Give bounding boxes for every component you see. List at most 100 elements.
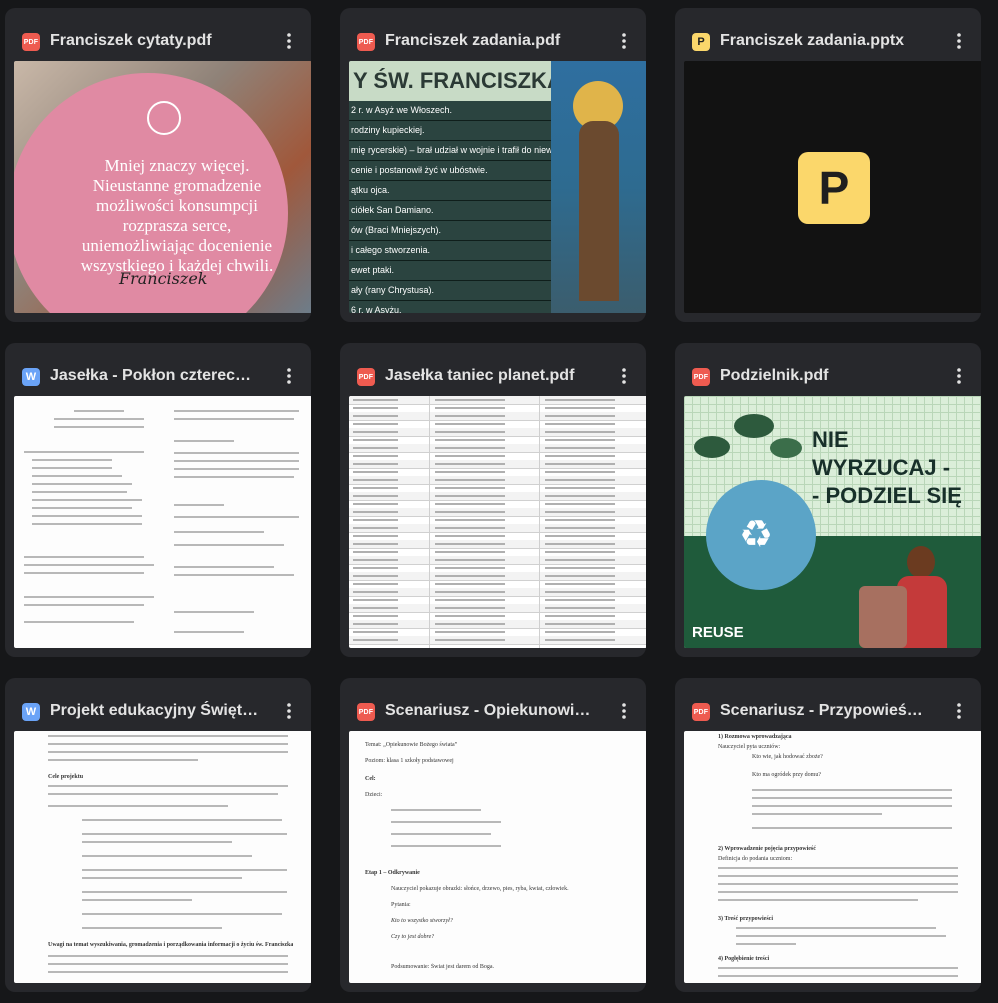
doc-line (48, 963, 288, 965)
doc-line (174, 611, 254, 613)
file-thumbnail[interactable]: 1) Rozmowa wprowadzająca Nauczyciel pyta… (684, 731, 981, 983)
doc-line (174, 504, 224, 506)
more-options-icon[interactable] (947, 699, 971, 723)
file-card[interactable]: W Jasełka - Pokłon czterech ... (5, 343, 311, 657)
table-cell (545, 639, 615, 641)
table-cell (545, 519, 615, 521)
table-cell (545, 559, 615, 561)
table-cell (545, 455, 615, 457)
doc-text-line: Cel: (365, 776, 376, 782)
table-cell (435, 559, 505, 561)
table-cell (545, 407, 615, 409)
table-cell (435, 535, 505, 537)
card-header: PDF Franciszek cytaty.pdf (5, 8, 311, 60)
table-cell (545, 463, 615, 465)
doc-line (174, 516, 299, 518)
table-cell (545, 503, 615, 505)
doc-line (752, 813, 882, 815)
file-card[interactable]: PDF Scenariusz - Opiekunowie ... Temat: … (340, 678, 646, 992)
doc-line (391, 809, 481, 811)
quote-text: Mniej znaczy więcej. Nieustanne gromadze… (80, 156, 274, 275)
file-card[interactable]: PDF Podzielnik.pdf ♻ NIE WYRZUCAJ - - PO… (675, 343, 981, 657)
doc-line (174, 574, 294, 576)
slide-row: cenie i postanowił żyć w ubóstwie. (349, 161, 551, 181)
more-options-icon[interactable] (947, 364, 971, 388)
file-title: Franciszek cytaty.pdf (50, 32, 212, 49)
table-cell (435, 599, 505, 601)
file-thumbnail[interactable]: ♻ NIE WYRZUCAJ - - PODZIEL SIĘ REUSE (684, 396, 981, 648)
table-cell (435, 511, 505, 513)
table-cell (353, 407, 398, 409)
doc-text-line: 3) Treść przypowieści (718, 916, 773, 922)
doc-text-line: Temat: „Opiekunowie Bożego świata” (365, 742, 458, 748)
more-options-icon[interactable] (612, 29, 636, 53)
table-cell (353, 447, 398, 449)
table-column-divider (429, 396, 430, 648)
table-cell (435, 407, 505, 409)
table-cell (353, 559, 398, 561)
table-cell (545, 591, 615, 593)
file-title: Franciszek zadania.pdf (385, 32, 561, 49)
poster-title: NIE WYRZUCAJ - - PODZIEL SIĘ (812, 426, 962, 510)
doc-line (48, 805, 228, 807)
more-options-icon[interactable] (277, 699, 301, 723)
doc-line (174, 410, 299, 412)
file-thumbnail[interactable]: P (684, 61, 981, 313)
table-cell (435, 551, 505, 553)
doc-line (736, 943, 796, 945)
doc-text-line: Dzieci: (365, 792, 383, 798)
file-card[interactable]: PDF Scenariusz - Przypowieść o ... 1) Ro… (675, 678, 981, 992)
file-card[interactable]: P Franciszek zadania.pptx P (675, 8, 981, 322)
file-card[interactable]: PDF Franciszek cytaty.pdf Mniej znaczy w… (5, 8, 311, 322)
more-options-icon[interactable] (277, 29, 301, 53)
file-thumbnail[interactable]: Mniej znaczy więcej. Nieustanne gromadze… (14, 61, 311, 313)
table-cell (435, 487, 505, 489)
table-cell (353, 583, 398, 585)
table-row (349, 636, 646, 645)
more-options-icon[interactable] (947, 29, 971, 53)
doc-text-line: Definicja do podania uczniom: (718, 856, 793, 862)
more-options-icon[interactable] (612, 364, 636, 388)
file-thumbnail[interactable] (14, 396, 311, 648)
file-thumbnail[interactable]: Cele projektu Uwagi na temat wyszukiwani… (14, 731, 311, 983)
doc-line (32, 523, 142, 525)
table-cell (545, 431, 615, 433)
more-options-icon[interactable] (277, 364, 301, 388)
doc-text-line: Czy to jest dobre? (391, 934, 435, 940)
slide-row: 2 r. w Asyż we Włoszech. (349, 101, 551, 121)
file-title: Franciszek zadania.pptx (720, 32, 905, 49)
file-card[interactable]: PDF Franciszek zadania.pdf Y ŚW. FRANCIS… (340, 8, 646, 322)
doc-line (48, 793, 278, 795)
doc-line (48, 759, 198, 761)
doc-line (24, 596, 154, 598)
table-cell (435, 583, 505, 585)
file-card[interactable]: PDF Jasełka taniec planet.pdf (340, 343, 646, 657)
doc-text-line: Nauczyciel pyta uczniów: (718, 744, 781, 750)
file-thumbnail[interactable] (349, 396, 646, 648)
table-cell (353, 631, 398, 633)
table-cell (353, 519, 398, 521)
table-cell (353, 527, 398, 529)
table-cell (545, 423, 615, 425)
doc-line (32, 499, 142, 501)
file-card[interactable]: W Projekt edukacyjny Święty ... Cele pro… (5, 678, 311, 992)
table-cell (545, 551, 615, 553)
doc-line (82, 833, 287, 835)
table-cell (353, 543, 398, 545)
doc-line (82, 841, 232, 843)
table-cell (545, 415, 615, 417)
table-cell (435, 463, 505, 465)
doc-line (82, 877, 242, 879)
table-cell (435, 479, 505, 481)
file-thumbnail[interactable]: Y ŚW. FRANCISZKA 2 r. w Asyż we Włoszech… (349, 61, 646, 313)
word-icon: W (22, 703, 40, 721)
section-heading: Uwagi na temat wyszukiwania, gromadzenia… (48, 942, 294, 948)
table-cell (435, 439, 505, 441)
table-cell (435, 527, 505, 529)
pptx-icon: P (692, 33, 710, 51)
file-thumbnail[interactable]: Temat: „Opiekunowie Bożego świata” Pozio… (349, 731, 646, 983)
table-cell (435, 519, 505, 521)
more-options-icon[interactable] (612, 699, 636, 723)
table-cell (435, 447, 505, 449)
file-title: Jasełka taniec planet.pdf (385, 367, 575, 384)
